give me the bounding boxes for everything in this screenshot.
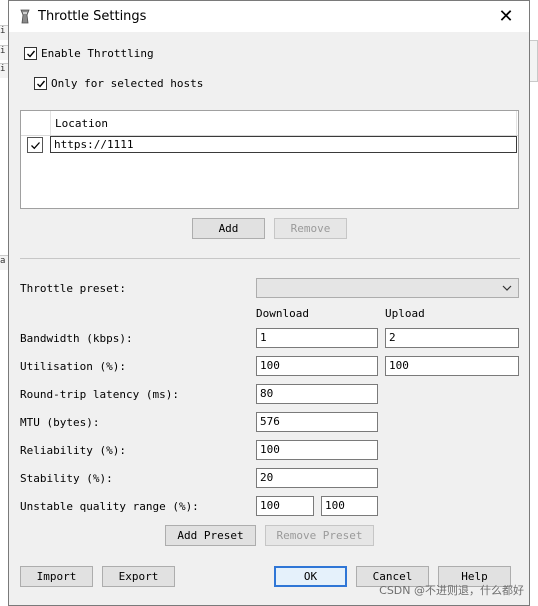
- bandwidth-label: Bandwidth (kbps):: [20, 332, 133, 345]
- import-button[interactable]: Import: [20, 566, 93, 587]
- only-selected-hosts-label: Only for selected hosts: [51, 77, 204, 90]
- background-window-fragment: i: [0, 63, 8, 78]
- utilisation-upload-input[interactable]: 100: [385, 356, 519, 376]
- latency-label: Round-trip latency (ms):: [20, 388, 179, 401]
- background-window-fragment: i: [0, 25, 8, 40]
- watermark-text: CSDN @不进则退，什么都好: [379, 584, 524, 597]
- select-column-header[interactable]: [21, 111, 51, 135]
- enable-throttling-checkbox[interactable]: Enable Throttling: [24, 47, 154, 60]
- row-location-cell[interactable]: https://1111: [50, 136, 517, 153]
- utilisation-download-input[interactable]: 100: [256, 356, 378, 376]
- bandwidth-upload-input[interactable]: 2: [385, 328, 519, 348]
- only-selected-hosts-checkbox[interactable]: Only for selected hosts: [34, 77, 203, 90]
- stability-input[interactable]: 20: [256, 468, 378, 488]
- unstable-range-min-input[interactable]: 100: [256, 496, 314, 516]
- location-column-header[interactable]: Location: [55, 117, 108, 130]
- fiddler-app-icon: [20, 9, 30, 24]
- chevron-down-icon: [502, 285, 512, 291]
- stability-label: Stability (%):: [20, 472, 113, 485]
- window-title: Throttle Settings: [38, 9, 147, 24]
- row-checkbox[interactable]: [27, 137, 43, 153]
- remove-preset-button[interactable]: Remove Preset: [265, 525, 374, 546]
- upload-column-label: Upload: [385, 307, 425, 320]
- bandwidth-download-input[interactable]: 1: [256, 328, 378, 348]
- checkbox-checked-icon: [24, 47, 37, 60]
- hosts-table[interactable]: Location https://1111: [20, 110, 519, 209]
- column-divider: [516, 111, 517, 135]
- close-icon: ✕: [498, 6, 514, 27]
- background-window-fragment: a: [0, 255, 8, 270]
- hosts-table-header: Location: [21, 111, 518, 136]
- checkbox-checked-icon: [34, 77, 47, 90]
- throttle-settings-dialog: Throttle Settings ✕ Enable Throttling On…: [8, 0, 530, 606]
- reliability-input[interactable]: 100: [256, 440, 378, 460]
- mtu-label: MTU (bytes):: [20, 416, 100, 429]
- title-bar: Throttle Settings ✕: [9, 1, 529, 32]
- ok-button[interactable]: OK: [274, 566, 347, 587]
- section-divider: [20, 258, 520, 259]
- unstable-range-max-input[interactable]: 100: [321, 496, 378, 516]
- close-button[interactable]: ✕: [483, 1, 529, 32]
- unstable-range-label: Unstable quality range (%):: [20, 500, 199, 513]
- throttle-preset-label: Throttle preset:: [20, 282, 126, 295]
- download-column-label: Download: [256, 307, 309, 320]
- remove-host-button[interactable]: Remove: [274, 218, 347, 239]
- background-window-fragment: i: [0, 45, 8, 60]
- add-preset-button[interactable]: Add Preset: [165, 525, 256, 546]
- reliability-label: Reliability (%):: [20, 444, 126, 457]
- throttle-preset-dropdown[interactable]: [256, 278, 519, 298]
- checkbox-checked-icon: [30, 141, 40, 149]
- export-button[interactable]: Export: [102, 566, 175, 587]
- mtu-input[interactable]: 576: [256, 412, 378, 432]
- table-row[interactable]: https://1111: [21, 136, 518, 153]
- latency-input[interactable]: 80: [256, 384, 378, 404]
- utilisation-label: Utilisation (%):: [20, 360, 126, 373]
- enable-throttling-label: Enable Throttling: [41, 47, 154, 60]
- add-host-button[interactable]: Add: [192, 218, 265, 239]
